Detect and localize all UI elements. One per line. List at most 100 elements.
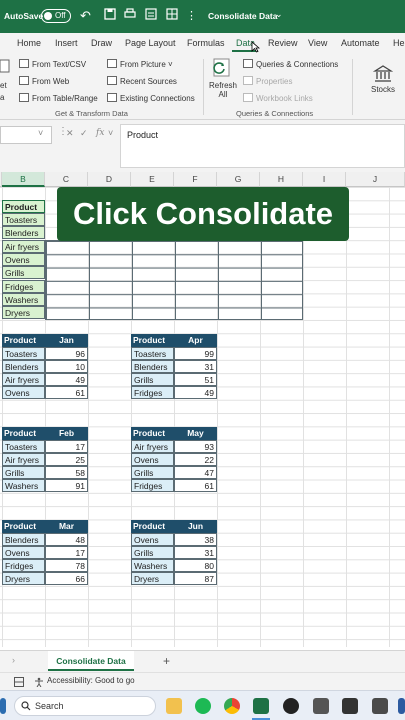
- table-row-value[interactable]: 17: [45, 546, 88, 559]
- list-item[interactable]: Dryers: [2, 306, 45, 319]
- from-picture-button[interactable]: From Picture ˅: [107, 59, 173, 69]
- table-row-value[interactable]: 58: [45, 466, 88, 479]
- insert-function-icon[interactable]: fx: [96, 128, 104, 138]
- list-item[interactable]: Grills: [2, 266, 45, 279]
- get-data-button-cut[interactable]: et: [0, 81, 7, 90]
- table-header-product[interactable]: Product: [2, 334, 45, 347]
- list-item[interactable]: Toasters: [2, 213, 45, 226]
- table-row-value[interactable]: 66: [45, 572, 88, 585]
- tab-draw[interactable]: Draw: [91, 38, 112, 48]
- column-header-c[interactable]: C: [45, 172, 88, 187]
- empty-consolidate-area[interactable]: [45, 240, 303, 320]
- print-icon[interactable]: [124, 8, 136, 24]
- list-item[interactable]: Washers: [2, 293, 45, 306]
- table-row-label[interactable]: Washers: [2, 479, 45, 492]
- table-row-value[interactable]: 91: [45, 479, 88, 492]
- quick-print-icon[interactable]: [145, 8, 157, 24]
- table-row-label[interactable]: Grills: [2, 466, 45, 479]
- add-sheet-icon[interactable]: +: [163, 654, 170, 668]
- table-row-value[interactable]: 47: [174, 466, 217, 479]
- from-text-csv-button[interactable]: From Text/CSV: [19, 59, 86, 69]
- column-header-i[interactable]: I: [303, 172, 346, 187]
- existing-connections-button[interactable]: Existing Connections: [107, 93, 195, 103]
- cancel-icon[interactable]: ✕: [66, 128, 74, 139]
- excel-icon[interactable]: [253, 698, 269, 714]
- table-row-value[interactable]: 61: [174, 479, 217, 492]
- file-explorer-icon[interactable]: [166, 698, 182, 714]
- tab-automate[interactable]: Automate: [341, 38, 380, 48]
- table-header-month[interactable]: Jun: [174, 520, 217, 533]
- autosave-toggle[interactable]: Off: [41, 9, 71, 23]
- refresh-all-button[interactable]: Refresh All: [207, 57, 239, 99]
- table-row-label[interactable]: Grills: [131, 466, 174, 479]
- table-row-label[interactable]: Dryers: [131, 572, 174, 585]
- table-header-product[interactable]: Product: [2, 427, 45, 440]
- table-row-label[interactable]: Grills: [131, 373, 174, 386]
- table-header-product[interactable]: Product: [131, 334, 174, 347]
- table-row-value[interactable]: 31: [174, 360, 217, 373]
- tab-page-layout[interactable]: Page Layout: [125, 38, 176, 48]
- enter-icon[interactable]: ✓: [80, 128, 88, 139]
- tab-insert[interactable]: Insert: [55, 38, 78, 48]
- recent-sources-button[interactable]: Recent Sources: [107, 76, 177, 86]
- name-box-dropdown-icon[interactable]: ˅: [38, 128, 43, 138]
- table-row-label[interactable]: Ovens: [131, 533, 174, 546]
- tab-home[interactable]: Home: [17, 38, 41, 48]
- table-row-value[interactable]: 96: [45, 347, 88, 360]
- table-row-label[interactable]: Washers: [131, 559, 174, 572]
- get-data-button-cut-2[interactable]: a: [0, 93, 4, 102]
- table-row-label[interactable]: Fridges: [131, 386, 174, 399]
- table-row-value[interactable]: 10: [45, 360, 88, 373]
- obs-icon[interactable]: [283, 698, 299, 714]
- table-row-value[interactable]: 61: [45, 386, 88, 399]
- table-row-value[interactable]: 22: [174, 453, 217, 466]
- list-item[interactable]: Air fryers: [2, 240, 45, 253]
- table-row-value[interactable]: 25: [45, 453, 88, 466]
- table-row-label[interactable]: Air fryers: [131, 440, 174, 453]
- column-header-j[interactable]: J: [346, 172, 405, 187]
- spotify-icon[interactable]: [195, 698, 211, 714]
- table-row-label[interactable]: Fridges: [2, 559, 45, 572]
- scroll-tabs-icon[interactable]: ›: [12, 655, 15, 665]
- column-header-g[interactable]: G: [217, 172, 260, 187]
- table-header-month[interactable]: May: [174, 427, 217, 440]
- taskbar-search[interactable]: Search: [14, 696, 156, 716]
- column-header-d[interactable]: D: [88, 172, 131, 187]
- table-row-value[interactable]: 93: [174, 440, 217, 453]
- stocks-button[interactable]: Stocks: [363, 65, 403, 94]
- consolidate-header-cell[interactable]: Product: [2, 200, 45, 213]
- from-web-button[interactable]: From Web: [19, 76, 69, 86]
- column-header-b[interactable]: B: [2, 172, 45, 187]
- column-header-h[interactable]: H: [260, 172, 303, 187]
- properties-button[interactable]: Properties: [243, 76, 292, 86]
- list-item[interactable]: Fridges: [2, 280, 45, 293]
- table-row-value[interactable]: 99: [174, 347, 217, 360]
- workbook-links-button[interactable]: Workbook Links: [243, 93, 313, 103]
- table-row-label[interactable]: Ovens: [2, 546, 45, 559]
- get-data-icon[interactable]: [0, 59, 10, 73]
- table-header-product[interactable]: Product: [2, 520, 45, 533]
- table-row-label[interactable]: Ovens: [2, 386, 45, 399]
- tab-review[interactable]: Review: [268, 38, 298, 48]
- table-row-label[interactable]: Toasters: [2, 347, 45, 360]
- table-row-label[interactable]: Blenders: [131, 360, 174, 373]
- table-row-label[interactable]: Air fryers: [2, 453, 45, 466]
- table-row-value[interactable]: 17: [45, 440, 88, 453]
- column-header-e[interactable]: E: [131, 172, 174, 187]
- formula-input[interactable]: Product: [120, 124, 405, 168]
- more-icon[interactable]: ⋮: [186, 8, 197, 24]
- accessibility-icon[interactable]: [34, 677, 44, 687]
- table-header-month[interactable]: Feb: [45, 427, 88, 440]
- table-row-label[interactable]: Ovens: [131, 453, 174, 466]
- tab-formulas[interactable]: Formulas: [187, 38, 225, 48]
- chrome-icon[interactable]: [224, 698, 240, 714]
- table-row-value[interactable]: 80: [174, 559, 217, 572]
- chevron-down-icon[interactable]: ⌄: [275, 9, 283, 20]
- table-row-value[interactable]: 51: [174, 373, 217, 386]
- table-row-value[interactable]: 78: [45, 559, 88, 572]
- name-box[interactable]: [0, 126, 52, 144]
- tab-view[interactable]: View: [308, 38, 327, 48]
- app-icon-3[interactable]: [372, 698, 388, 714]
- save-icon[interactable]: [104, 8, 116, 24]
- tab-help[interactable]: Hel: [393, 38, 405, 48]
